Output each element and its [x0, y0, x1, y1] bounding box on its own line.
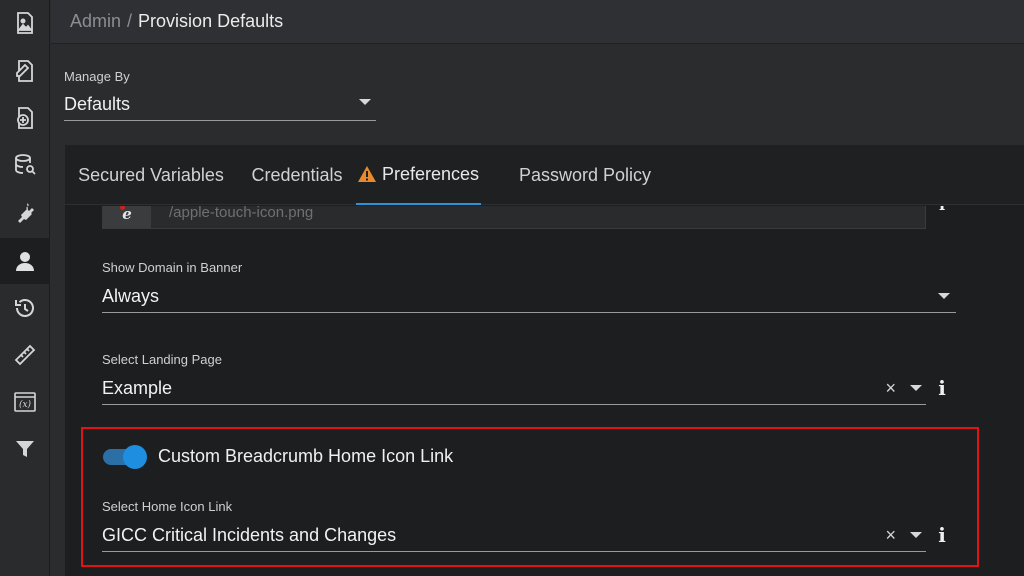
- manage-by-select[interactable]: Defaults: [64, 89, 376, 121]
- image-path-value: /apple-touch-icon.png: [169, 206, 314, 221]
- add-file-icon[interactable]: [0, 95, 50, 141]
- breadcrumb: Admin / Provision Defaults: [51, 0, 1024, 44]
- tab-label: Secured Variables: [78, 164, 224, 185]
- tab-secured-variables[interactable]: Secured Variables: [65, 145, 237, 205]
- toggle-knob: [123, 445, 147, 469]
- image-thumbnail: e: [103, 206, 151, 228]
- preferences-content: e /apple-touch-icon.png i Show Domain in…: [65, 206, 1024, 576]
- plug-icon[interactable]: [0, 189, 50, 235]
- manage-by-value: Defaults: [64, 94, 131, 114]
- chevron-down-icon: [938, 293, 950, 299]
- manage-by-label: Manage By: [64, 69, 130, 84]
- variable-icon[interactable]: (x): [0, 379, 50, 425]
- info-icon[interactable]: i: [937, 206, 947, 215]
- history-icon[interactable]: [0, 285, 50, 331]
- chevron-down-icon: [910, 385, 922, 391]
- icon-image-field[interactable]: e /apple-touch-icon.png: [102, 206, 926, 229]
- chevron-down-icon: [359, 99, 371, 105]
- landing-page-value: Example: [102, 378, 173, 398]
- landing-page-label: Select Landing Page: [102, 352, 222, 367]
- tab-preferences[interactable]: Preferences: [356, 145, 481, 205]
- home-icon-link-value: GICC Critical Incidents and Changes: [102, 525, 397, 545]
- clear-icon[interactable]: ×: [885, 379, 896, 397]
- info-icon[interactable]: i: [937, 378, 947, 398]
- svg-text:(x): (x): [19, 399, 32, 410]
- breadcrumb-separator: /: [127, 11, 133, 31]
- home-icon-link-label: Select Home Icon Link: [102, 499, 233, 514]
- show-domain-label: Show Domain in Banner: [102, 260, 243, 275]
- database-search-icon[interactable]: [0, 142, 50, 188]
- custom-breadcrumb-section: Custom Breadcrumb Home Icon Link Select …: [81, 427, 979, 567]
- landing-page-select[interactable]: Example ×: [102, 373, 926, 405]
- tab-label: Password Policy: [518, 164, 652, 185]
- manage-by-section: Manage By Defaults: [51, 45, 1024, 145]
- tab-credentials[interactable]: Credentials: [237, 145, 357, 205]
- info-icon[interactable]: i: [937, 525, 947, 545]
- tab-bar: Secured Variables Credentials Preference…: [65, 145, 1024, 205]
- warning-icon: [357, 166, 376, 182]
- breadcrumb-admin-link[interactable]: Admin: [70, 11, 121, 32]
- custom-breadcrumb-toggle[interactable]: [103, 445, 149, 469]
- tab-password-policy[interactable]: Password Policy: [505, 145, 665, 205]
- image-file-icon[interactable]: [0, 0, 50, 46]
- custom-breadcrumb-label: Custom Breadcrumb Home Icon Link: [158, 446, 454, 466]
- show-domain-value: Always: [102, 286, 160, 306]
- clear-icon[interactable]: ×: [885, 526, 896, 544]
- tab-label: Preferences: [381, 163, 480, 184]
- edit-file-icon[interactable]: [0, 48, 50, 94]
- tab-label: Credentials: [251, 164, 343, 185]
- page-title: Provision Defaults: [138, 11, 284, 31]
- user-icon[interactable]: [0, 238, 50, 284]
- left-nav-rail: (x): [0, 0, 50, 576]
- show-domain-select[interactable]: Always: [102, 281, 956, 313]
- chevron-down-icon: [910, 532, 922, 538]
- home-icon-link-select[interactable]: GICC Critical Incidents and Changes ×: [102, 520, 926, 552]
- filter-icon[interactable]: [0, 426, 50, 472]
- ruler-icon[interactable]: [0, 332, 50, 378]
- settings-panel: Secured Variables Credentials Preference…: [65, 145, 1024, 576]
